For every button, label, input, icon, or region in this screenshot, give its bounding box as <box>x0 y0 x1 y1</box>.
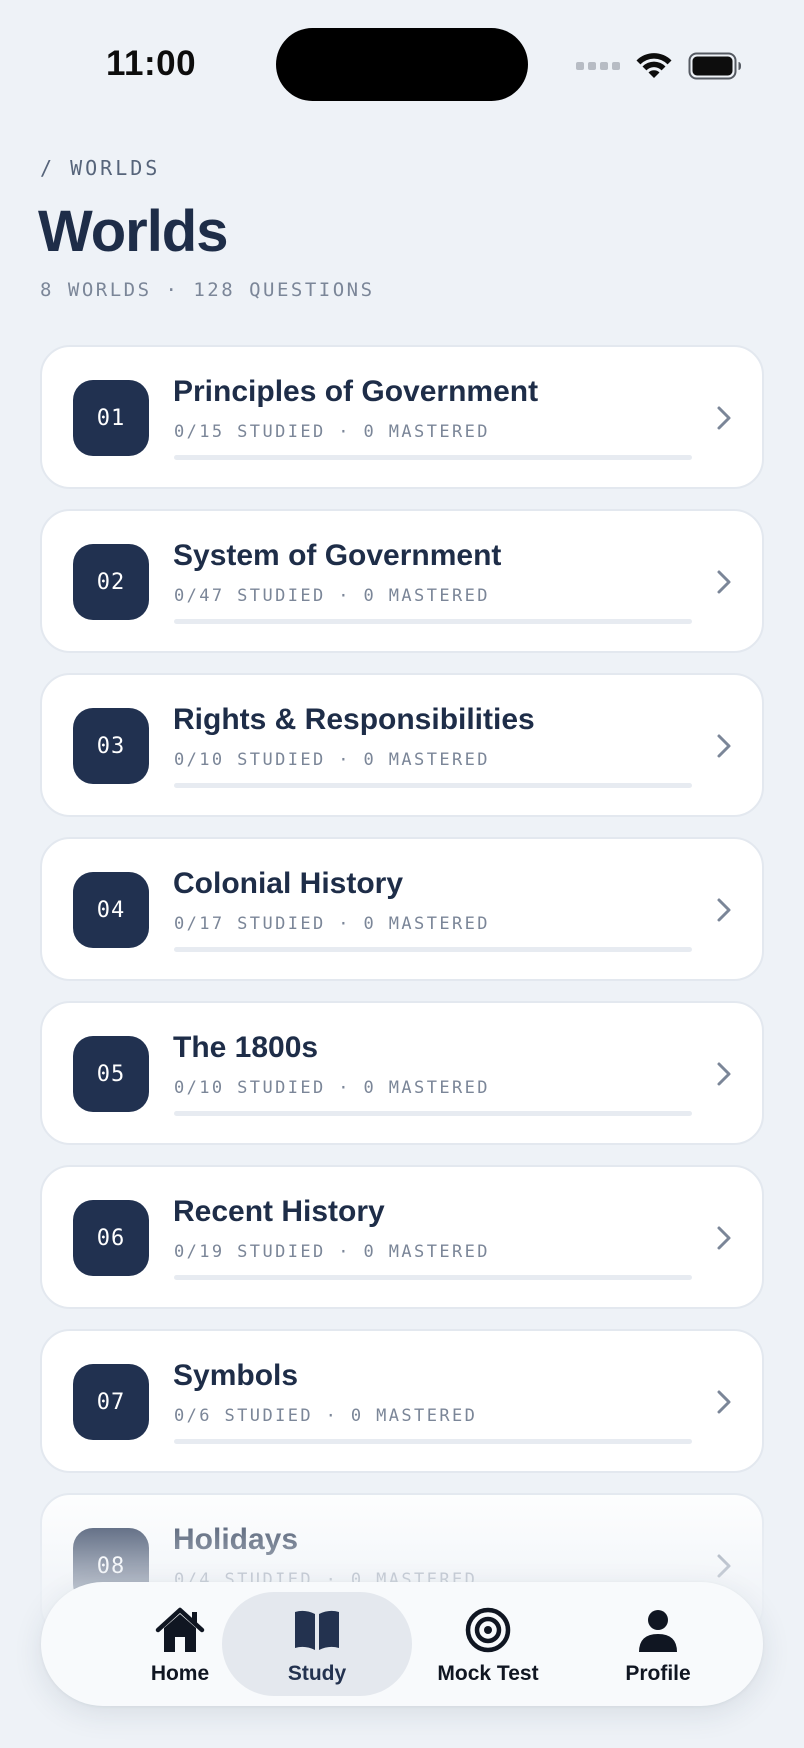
progress-bar <box>174 1439 692 1444</box>
chevron-right-icon <box>717 898 731 922</box>
tab-profile[interactable]: Profile <box>563 1592 753 1696</box>
world-name: Holidays <box>173 1523 299 1556</box>
world-name: System of Government <box>173 539 502 572</box>
book-icon <box>295 1610 339 1650</box>
world-stats: 0/6 STUDIED · 0 MASTERED <box>174 1406 478 1426</box>
world-number-badge: 04 <box>73 872 149 948</box>
progress-bar <box>174 783 692 788</box>
chevron-right-icon <box>717 1226 731 1250</box>
world-stats: 0/47 STUDIED · 0 MASTERED <box>174 586 490 606</box>
cellular-signal-icon <box>576 62 620 70</box>
world-number-badge: 01 <box>73 380 149 456</box>
world-card[interactable]: 01 Principles of Government 0/15 STUDIED… <box>40 345 764 489</box>
world-stats: 0/10 STUDIED · 0 MASTERED <box>174 750 490 770</box>
tab-label: Profile <box>625 1662 691 1685</box>
page-title: Worlds <box>38 199 228 264</box>
house-icon <box>155 1607 205 1652</box>
world-name: Colonial History <box>173 867 404 900</box>
battery-icon <box>688 52 741 80</box>
progress-bar <box>174 455 692 460</box>
world-name: Recent History <box>173 1195 385 1228</box>
tab-label: Home <box>150 1662 210 1685</box>
tab-label: Mock Test <box>437 1662 539 1685</box>
progress-bar <box>174 1275 692 1280</box>
dynamic-island <box>276 28 528 101</box>
world-card[interactable]: 06 Recent History 0/19 STUDIED · 0 MASTE… <box>40 1165 764 1309</box>
progress-bar <box>174 619 692 624</box>
chevron-right-icon <box>717 570 731 594</box>
world-stats: 0/15 STUDIED · 0 MASTERED <box>174 422 490 442</box>
world-stats: 0/17 STUDIED · 0 MASTERED <box>174 914 490 934</box>
chevron-right-icon <box>717 1390 731 1414</box>
progress-bar <box>174 1111 692 1116</box>
page-subtitle: 8 WORLDS · 128 QUESTIONS <box>40 279 375 301</box>
status-icons <box>576 46 742 86</box>
tab-study[interactable]: Study <box>222 1592 412 1696</box>
progress-bar <box>174 947 692 952</box>
chevron-right-icon <box>717 1554 731 1578</box>
wifi-icon <box>636 53 672 78</box>
tab-label: Study <box>287 1662 347 1685</box>
world-number-badge: 07 <box>73 1364 149 1440</box>
world-number-badge: 05 <box>73 1036 149 1112</box>
target-icon <box>465 1607 511 1653</box>
breadcrumb: / WORLDS <box>40 156 161 180</box>
world-stats: 0/10 STUDIED · 0 MASTERED <box>174 1078 490 1098</box>
chevron-right-icon <box>717 406 731 430</box>
world-number-badge: 03 <box>73 708 149 784</box>
world-card[interactable]: 02 System of Government 0/47 STUDIED · 0… <box>40 509 764 653</box>
world-name: Principles of Government <box>173 375 539 408</box>
world-list: 01 Principles of Government 0/15 STUDIED… <box>40 345 764 1657</box>
world-stats: 0/19 STUDIED · 0 MASTERED <box>174 1242 490 1262</box>
chevron-right-icon <box>717 734 731 758</box>
world-name: Rights & Responsibilities <box>173 703 535 736</box>
chevron-right-icon <box>717 1062 731 1086</box>
world-name: Symbols <box>173 1359 299 1392</box>
world-card[interactable]: 07 Symbols 0/6 STUDIED · 0 MASTERED <box>40 1329 764 1473</box>
world-card[interactable]: 03 Rights & Responsibilities 0/10 STUDIE… <box>40 673 764 817</box>
world-card[interactable]: 04 Colonial History 0/17 STUDIED · 0 MAS… <box>40 837 764 981</box>
tab-bar: Home Study Mock Test Profile <box>41 1582 763 1706</box>
worlds-screen: 11:00 / WORLDS Worlds 8 WORLDS · 128 QUE… <box>0 0 804 1748</box>
world-number-badge: 06 <box>73 1200 149 1276</box>
status-time: 11:00 <box>106 44 197 83</box>
person-icon <box>639 1610 677 1652</box>
world-number-badge: 02 <box>73 544 149 620</box>
world-name: The 1800s <box>173 1031 319 1064</box>
world-card[interactable]: 05 The 1800s 0/10 STUDIED · 0 MASTERED <box>40 1001 764 1145</box>
tab-mock-test[interactable]: Mock Test <box>393 1592 583 1696</box>
